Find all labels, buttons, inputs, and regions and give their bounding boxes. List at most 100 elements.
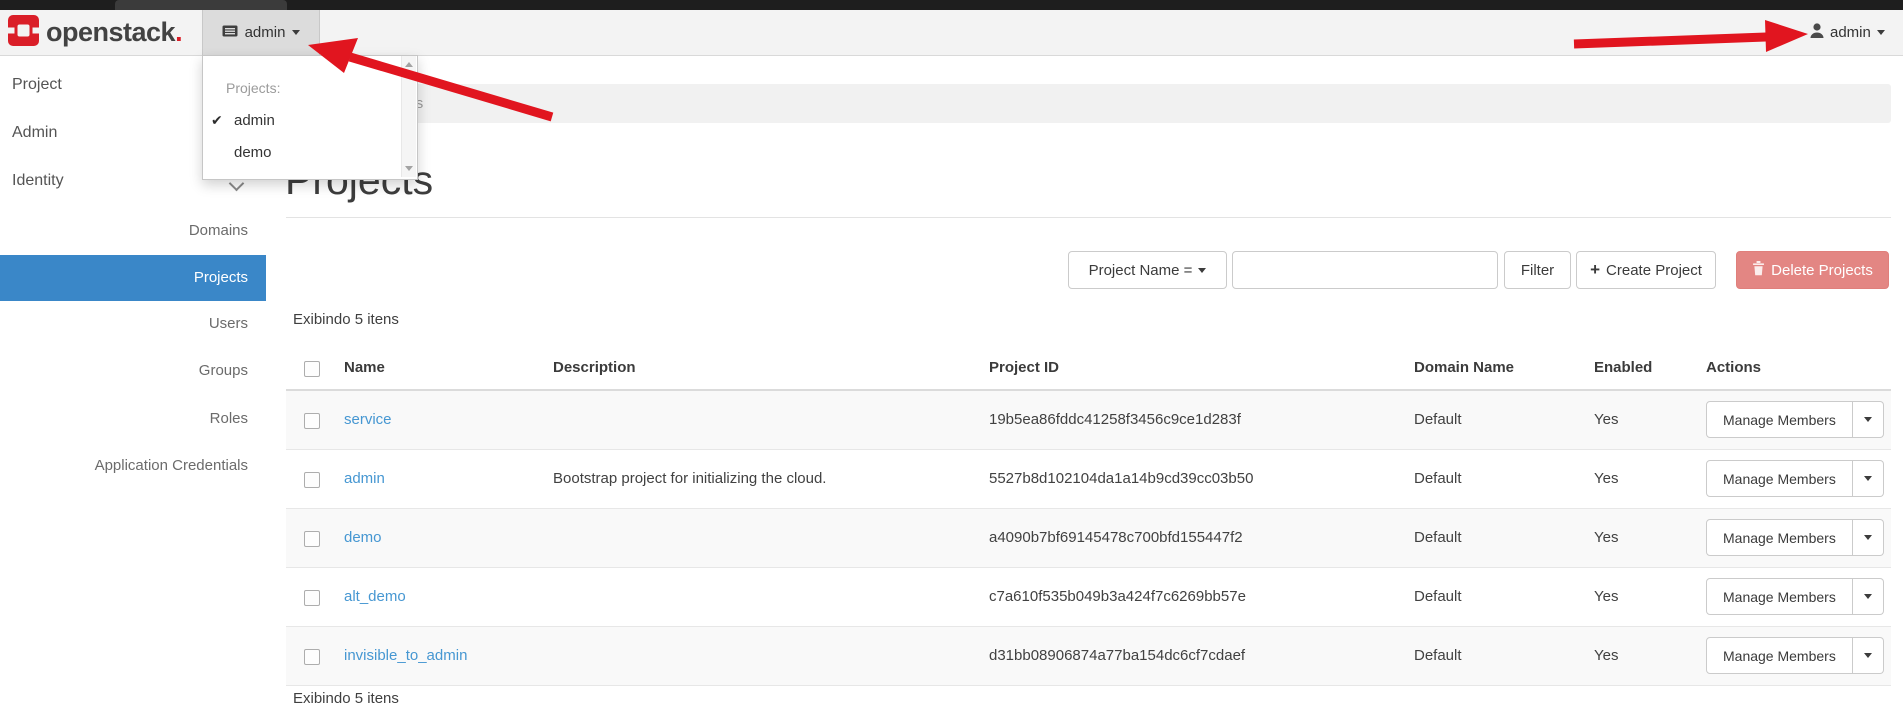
enabled-value: Yes bbox=[1594, 509, 1618, 567]
chevron-down-icon bbox=[1864, 417, 1872, 422]
dropdown-item-admin[interactable]: admin bbox=[234, 112, 275, 129]
row-actions: Manage Members bbox=[1706, 460, 1884, 497]
chevron-down-icon bbox=[1864, 476, 1872, 481]
chevron-down-icon bbox=[1864, 653, 1872, 658]
dropdown-section-title: Projects: bbox=[226, 80, 280, 96]
check-icon: ✔ bbox=[211, 112, 223, 129]
table-row: admin Bootstrap project for initializing… bbox=[286, 450, 1891, 509]
sidebar-item-admin[interactable]: Admin bbox=[12, 124, 57, 142]
manage-members-button[interactable]: Manage Members bbox=[1706, 578, 1853, 615]
sidebar-item-identity[interactable]: Identity bbox=[12, 172, 64, 190]
column-header-description: Description bbox=[553, 347, 636, 389]
enabled-value: Yes bbox=[1594, 450, 1618, 508]
create-project-button[interactable]: + Create Project bbox=[1576, 251, 1716, 289]
table-body: service 19b5ea86fddc41258f3456c9ce1d283f… bbox=[286, 391, 1891, 686]
domain-name: Default bbox=[1414, 509, 1462, 567]
row-checkbox[interactable] bbox=[304, 649, 320, 665]
scroll-up-icon bbox=[405, 62, 413, 67]
items-count-top: Exibindo 5 itens bbox=[293, 311, 399, 328]
brand-logo[interactable]: openstack. bbox=[8, 10, 182, 55]
table-row: alt_demo c7a610f535b049b3a424f7c6269bb57… bbox=[286, 568, 1891, 627]
table-row: invisible_to_admin d31bb08906874a77ba154… bbox=[286, 627, 1891, 686]
sidebar-item-application-credentials[interactable]: Application Credentials bbox=[0, 457, 248, 474]
sidebar-item-users[interactable]: Users bbox=[0, 315, 248, 332]
row-checkbox[interactable] bbox=[304, 590, 320, 606]
openstack-logo-icon bbox=[8, 15, 39, 51]
domain-name: Default bbox=[1414, 568, 1462, 626]
enabled-value: Yes bbox=[1594, 568, 1618, 626]
sidebar-item-domains[interactable]: Domains bbox=[0, 222, 248, 239]
select-all-checkbox[interactable] bbox=[304, 361, 320, 377]
project-name-link[interactable]: demo bbox=[344, 509, 382, 567]
project-description: Bootstrap project for initializing the c… bbox=[553, 450, 826, 508]
user-menu-toggle[interactable]: admin bbox=[1810, 10, 1885, 55]
column-header-domain-name: Domain Name bbox=[1414, 347, 1514, 389]
row-actions-dropdown-toggle[interactable] bbox=[1853, 519, 1884, 556]
project-id: a4090b7bf69145478c700bfd155447f2 bbox=[989, 509, 1243, 567]
chevron-down-icon bbox=[1877, 30, 1885, 35]
domain-name: Default bbox=[1414, 627, 1462, 685]
project-name-link[interactable]: invisible_to_admin bbox=[344, 627, 467, 685]
title-divider bbox=[286, 217, 1891, 218]
filter-search-input[interactable] bbox=[1232, 251, 1498, 289]
project-id: 19b5ea86fddc41258f3456c9ce1d283f bbox=[989, 391, 1241, 449]
domain-name: Default bbox=[1414, 391, 1462, 449]
filter-button[interactable]: Filter bbox=[1504, 251, 1571, 289]
column-header-enabled: Enabled bbox=[1594, 347, 1652, 389]
manage-members-button[interactable]: Manage Members bbox=[1706, 460, 1853, 497]
domain-name: Default bbox=[1414, 450, 1462, 508]
project-name-link[interactable]: alt_demo bbox=[344, 568, 406, 626]
table-row: service 19b5ea86fddc41258f3456c9ce1d283f… bbox=[286, 391, 1891, 450]
openstack-dashboard: openstack. admin admin Project Admin Ide… bbox=[0, 0, 1903, 717]
table-header-row: Name Description Project ID Domain Name … bbox=[286, 347, 1891, 391]
project-list-icon bbox=[222, 24, 238, 41]
chevron-down-icon bbox=[1864, 594, 1872, 599]
delete-projects-label: Delete Projects bbox=[1771, 262, 1873, 279]
row-actions-dropdown-toggle[interactable] bbox=[1853, 460, 1884, 497]
row-actions: Manage Members bbox=[1706, 401, 1884, 438]
enabled-value: Yes bbox=[1594, 627, 1618, 685]
row-actions-dropdown-toggle[interactable] bbox=[1853, 637, 1884, 674]
row-checkbox[interactable] bbox=[304, 531, 320, 547]
row-checkbox[interactable] bbox=[304, 413, 320, 429]
user-icon bbox=[1810, 23, 1824, 43]
chevron-down-icon bbox=[1864, 535, 1872, 540]
sidebar-item-project[interactable]: Project bbox=[12, 76, 62, 94]
table-row: demo a4090b7bf69145478c700bfd155447f2 De… bbox=[286, 509, 1891, 568]
sidebar-item-roles[interactable]: Roles bbox=[0, 410, 248, 427]
browser-tab-fragment bbox=[115, 0, 287, 10]
filter-field-label: Project Name = bbox=[1089, 262, 1193, 279]
user-menu-label: admin bbox=[1830, 24, 1871, 41]
manage-members-button[interactable]: Manage Members bbox=[1706, 519, 1853, 556]
trash-icon bbox=[1752, 261, 1765, 280]
dropdown-scrollbar[interactable] bbox=[401, 56, 416, 177]
enabled-value: Yes bbox=[1594, 391, 1618, 449]
row-checkbox[interactable] bbox=[304, 472, 320, 488]
column-header-actions: Actions bbox=[1706, 347, 1761, 389]
project-name-link[interactable]: service bbox=[344, 391, 392, 449]
chevron-down-icon bbox=[292, 30, 300, 35]
brand-wordmark: openstack. bbox=[46, 17, 182, 48]
filter-field-selector[interactable]: Project Name = bbox=[1068, 251, 1227, 289]
manage-members-button[interactable]: Manage Members bbox=[1706, 637, 1853, 674]
project-switcher-dropdown: Projects: ✔ admin demo bbox=[202, 55, 418, 180]
row-actions-dropdown-toggle[interactable] bbox=[1853, 578, 1884, 615]
items-count-bottom: Exibindo 5 itens bbox=[293, 690, 399, 707]
manage-members-button[interactable]: Manage Members bbox=[1706, 401, 1853, 438]
project-id: d31bb08906874a77ba154dc6cf7cdaef bbox=[989, 627, 1245, 685]
project-name-link[interactable]: admin bbox=[344, 450, 385, 508]
project-id: 5527b8d102104da1a14b9cd39cc03b50 bbox=[989, 450, 1253, 508]
row-actions-dropdown-toggle[interactable] bbox=[1853, 401, 1884, 438]
project-id: c7a610f535b049b3a424f7c6269bb57e bbox=[989, 568, 1246, 626]
scroll-down-icon bbox=[405, 166, 413, 171]
create-project-label: Create Project bbox=[1606, 262, 1702, 279]
project-switcher-toggle[interactable]: admin bbox=[202, 10, 320, 55]
plus-icon: + bbox=[1590, 260, 1600, 280]
delete-projects-button[interactable]: Delete Projects bbox=[1736, 251, 1889, 289]
column-header-name[interactable]: Name bbox=[344, 347, 385, 389]
sidebar-item-groups[interactable]: Groups bbox=[0, 362, 248, 379]
dropdown-item-demo[interactable]: demo bbox=[234, 144, 272, 161]
breadcrumb-bar: Identity » Projects bbox=[286, 84, 1891, 123]
sidebar-item-projects-selected[interactable]: Projects bbox=[0, 255, 266, 301]
row-actions: Manage Members bbox=[1706, 578, 1884, 615]
